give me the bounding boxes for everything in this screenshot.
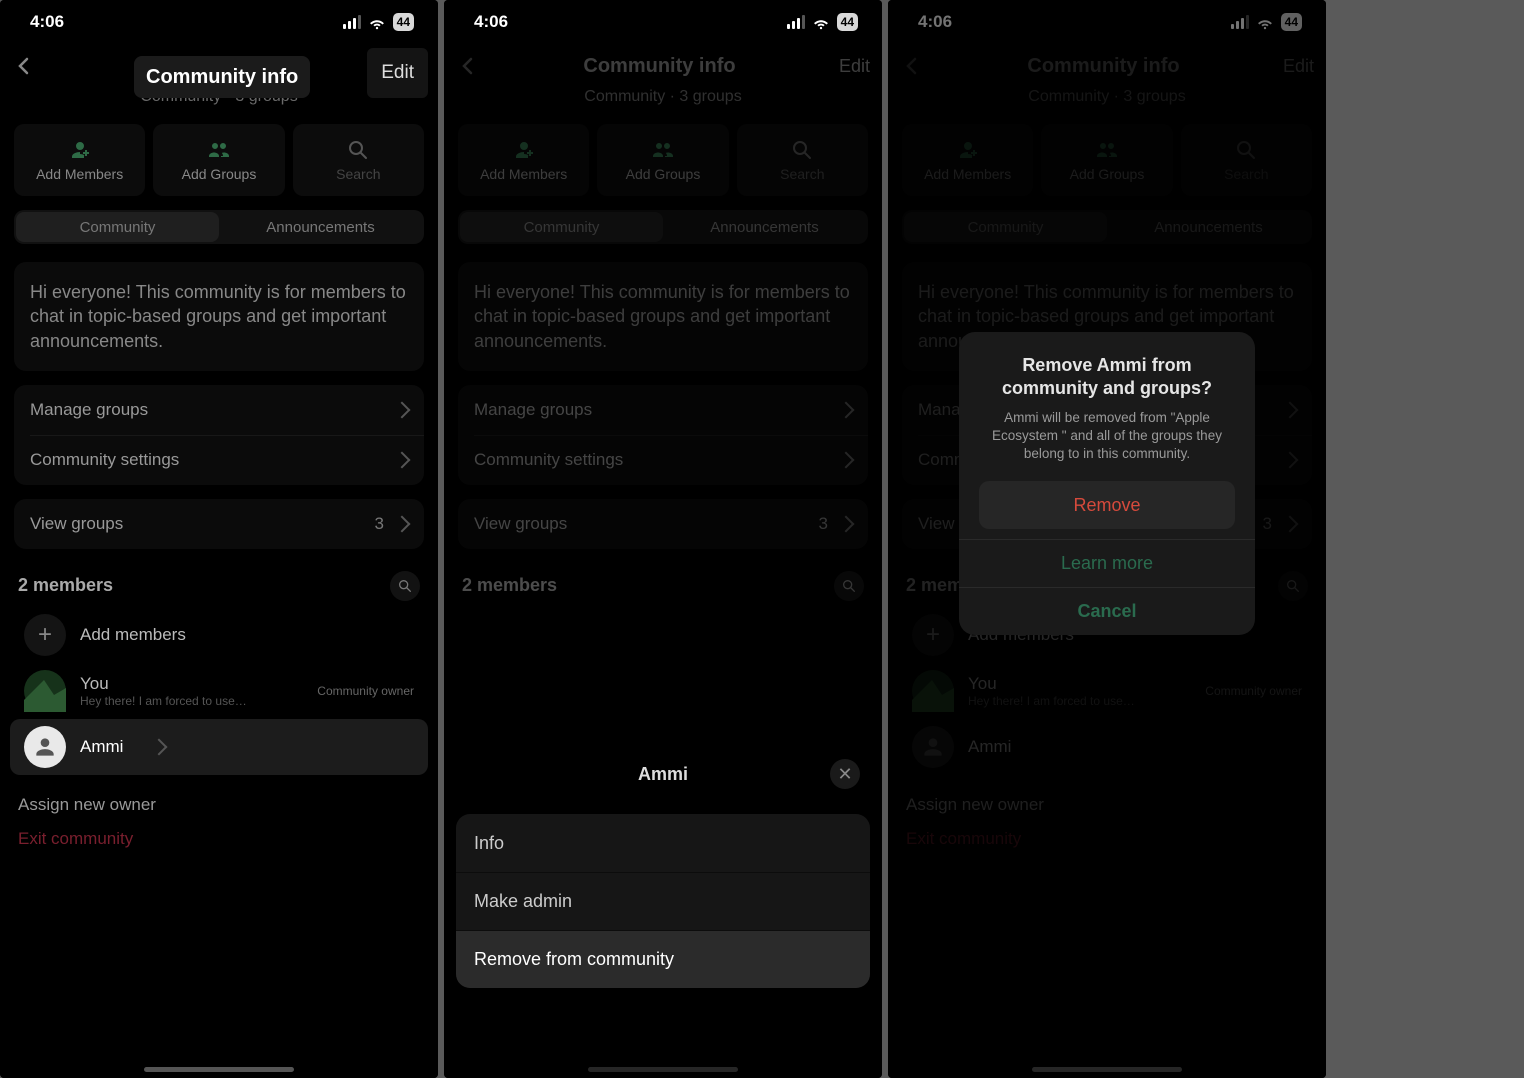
exit-community-button[interactable]: Exit community <box>18 829 420 849</box>
alert-message: Ammi will be removed from "Apple Ecosyst… <box>959 405 1255 482</box>
view-groups-count: 3 <box>375 514 384 534</box>
add-member-icon <box>68 138 92 162</box>
cellular-icon <box>343 15 361 29</box>
screen-1: 4:06 44 Community info Edit Community in… <box>0 0 438 1078</box>
segment-control: Community Announcements <box>14 210 424 244</box>
chevron-right-icon <box>394 451 411 468</box>
view-groups-label: View groups <box>30 514 123 534</box>
alert-cancel-button[interactable]: Cancel <box>959 587 1255 635</box>
community-settings-label: Community settings <box>30 450 179 470</box>
tab-announcements[interactable]: Announcements <box>219 212 422 242</box>
screen-2: 4:06 44 Community info Edit Community · … <box>444 0 882 1078</box>
battery-indicator: 44 <box>393 13 414 31</box>
community-description: Hi everyone! This community is for membe… <box>14 262 424 371</box>
alert-remove-button[interactable]: Remove <box>979 481 1235 529</box>
member-role: Community owner <box>317 684 414 698</box>
search-label: Search <box>336 166 380 182</box>
search-icon <box>397 578 413 594</box>
home-indicator[interactable] <box>1032 1067 1182 1072</box>
confirm-alert: Remove Ammi from community and groups? A… <box>959 332 1255 635</box>
home-indicator[interactable] <box>144 1067 294 1072</box>
member-status: Hey there! I am forced to use… <box>80 694 303 708</box>
members-header: 2 members <box>18 575 113 596</box>
chevron-right-icon <box>394 401 411 418</box>
avatar <box>24 670 66 712</box>
screen-3: 4:06 44 Community info Edit Community · … <box>888 0 1326 1078</box>
status-bar: 4:06 44 <box>0 0 438 44</box>
add-groups-icon <box>207 138 231 162</box>
manage-groups-row[interactable]: Manage groups <box>14 385 424 435</box>
sheet-header: Ammi ✕ <box>444 754 882 794</box>
chevron-right-icon <box>394 515 411 532</box>
add-members-row[interactable]: + Add members <box>10 607 428 663</box>
search-button[interactable]: Search <box>293 124 424 196</box>
alert-title: Remove Ammi from community and groups? <box>959 332 1255 405</box>
member-you-row[interactable]: You Hey there! I am forced to use… Commu… <box>10 663 428 719</box>
member-name: You <box>80 674 303 694</box>
add-members-label: Add members <box>80 625 186 645</box>
chevron-right-icon <box>151 738 168 755</box>
search-icon <box>346 138 370 162</box>
member-ammi-row[interactable]: Ammi <box>10 719 428 775</box>
add-members-button[interactable]: Add Members <box>14 124 145 196</box>
plus-icon: + <box>24 614 66 656</box>
avatar <box>24 726 66 768</box>
assign-owner-button[interactable]: Assign new owner <box>18 795 420 815</box>
community-settings-row[interactable]: Community settings <box>14 435 424 485</box>
wifi-icon <box>368 13 386 31</box>
sheet-title: Ammi <box>638 764 688 785</box>
sheet-remove-button[interactable]: Remove from community <box>456 930 870 988</box>
tab-community[interactable]: Community <box>16 212 219 242</box>
sheet-info-button[interactable]: Info <box>456 814 870 872</box>
add-groups-button[interactable]: Add Groups <box>153 124 284 196</box>
back-icon[interactable] <box>12 54 36 78</box>
status-time: 4:06 <box>30 12 64 32</box>
page-title-highlight: Community info <box>134 56 310 98</box>
view-groups-row[interactable]: View groups 3 <box>14 499 424 549</box>
manage-groups-label: Manage groups <box>30 400 148 420</box>
alert-learn-more-button[interactable]: Learn more <box>959 539 1255 587</box>
action-sheet: Info Make admin Remove from community <box>456 814 870 988</box>
add-groups-label: Add Groups <box>182 166 257 182</box>
member-name: Ammi <box>80 737 123 757</box>
home-indicator[interactable] <box>588 1067 738 1072</box>
sheet-make-admin-button[interactable]: Make admin <box>456 872 870 930</box>
edit-button-highlight[interactable]: Edit <box>367 48 428 98</box>
sheet-close-button[interactable]: ✕ <box>830 759 860 789</box>
members-search-button[interactable] <box>390 571 420 601</box>
add-members-label: Add Members <box>36 166 123 182</box>
